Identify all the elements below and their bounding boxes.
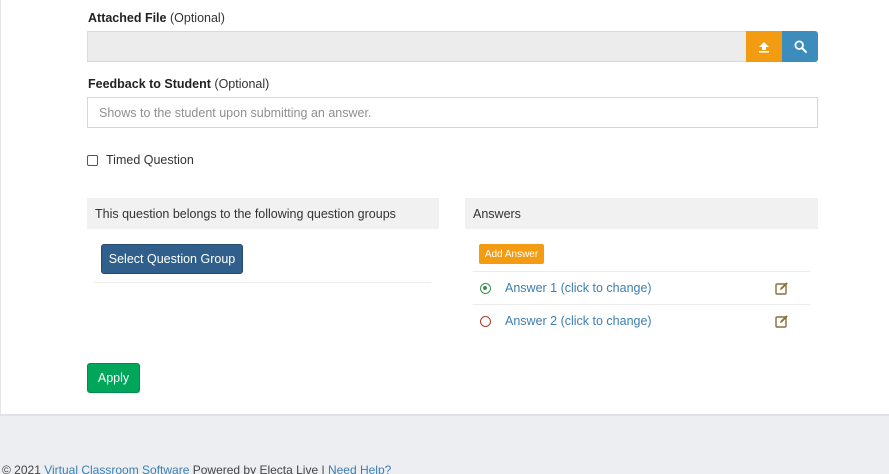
timed-question-label: Timed Question — [106, 153, 194, 167]
footer: © 2021 Virtual Classroom Software Powere… — [2, 463, 391, 474]
edit-icon[interactable] — [775, 314, 789, 328]
feedback-input[interactable] — [87, 97, 818, 128]
upload-icon — [759, 41, 769, 53]
feedback-label: Feedback to Student (Optional) — [88, 77, 269, 91]
timed-question-checkbox[interactable] — [87, 155, 98, 166]
apply-button[interactable]: Apply — [87, 363, 140, 393]
answers-heading: Answers — [465, 198, 818, 229]
answer-link[interactable]: Answer 2 (click to change) — [505, 314, 652, 328]
footer-powered-by: Powered by Electa Live | — [192, 463, 325, 474]
attached-file-label-text: Attached File — [88, 11, 167, 25]
answer-incorrect-radio-icon[interactable] — [480, 316, 491, 327]
search-icon — [793, 40, 807, 53]
feedback-optional: (Optional) — [214, 77, 270, 91]
answer-link[interactable]: Answer 1 (click to change) — [505, 281, 652, 295]
attached-file-optional: (Optional) — [169, 11, 225, 25]
search-button[interactable] — [782, 31, 818, 62]
attached-file-field[interactable] — [87, 31, 747, 62]
feedback-label-text: Feedback to Student — [88, 77, 211, 91]
question-form-card: Attached File (Optional) Feedback to Stu… — [0, 0, 889, 416]
divider — [94, 282, 431, 283]
answer-correct-radio-icon[interactable] — [480, 283, 491, 294]
edit-icon[interactable] — [775, 281, 789, 295]
answer-row: Answer 2 (click to change) — [473, 304, 810, 337]
footer-link-need-help[interactable]: Need Help? — [328, 463, 391, 474]
footer-copyright: © 2021 — [2, 463, 41, 474]
footer-link-virtual-classroom[interactable]: Virtual Classroom Software — [44, 463, 189, 474]
select-question-group-button[interactable]: Select Question Group — [101, 244, 243, 274]
add-answer-button[interactable]: Add Answer — [479, 244, 544, 264]
answer-row: Answer 1 (click to change) — [473, 271, 810, 304]
attached-file-label: Attached File (Optional) — [88, 11, 225, 25]
upload-button[interactable] — [746, 31, 782, 62]
question-groups-heading: This question belongs to the following q… — [87, 198, 439, 229]
